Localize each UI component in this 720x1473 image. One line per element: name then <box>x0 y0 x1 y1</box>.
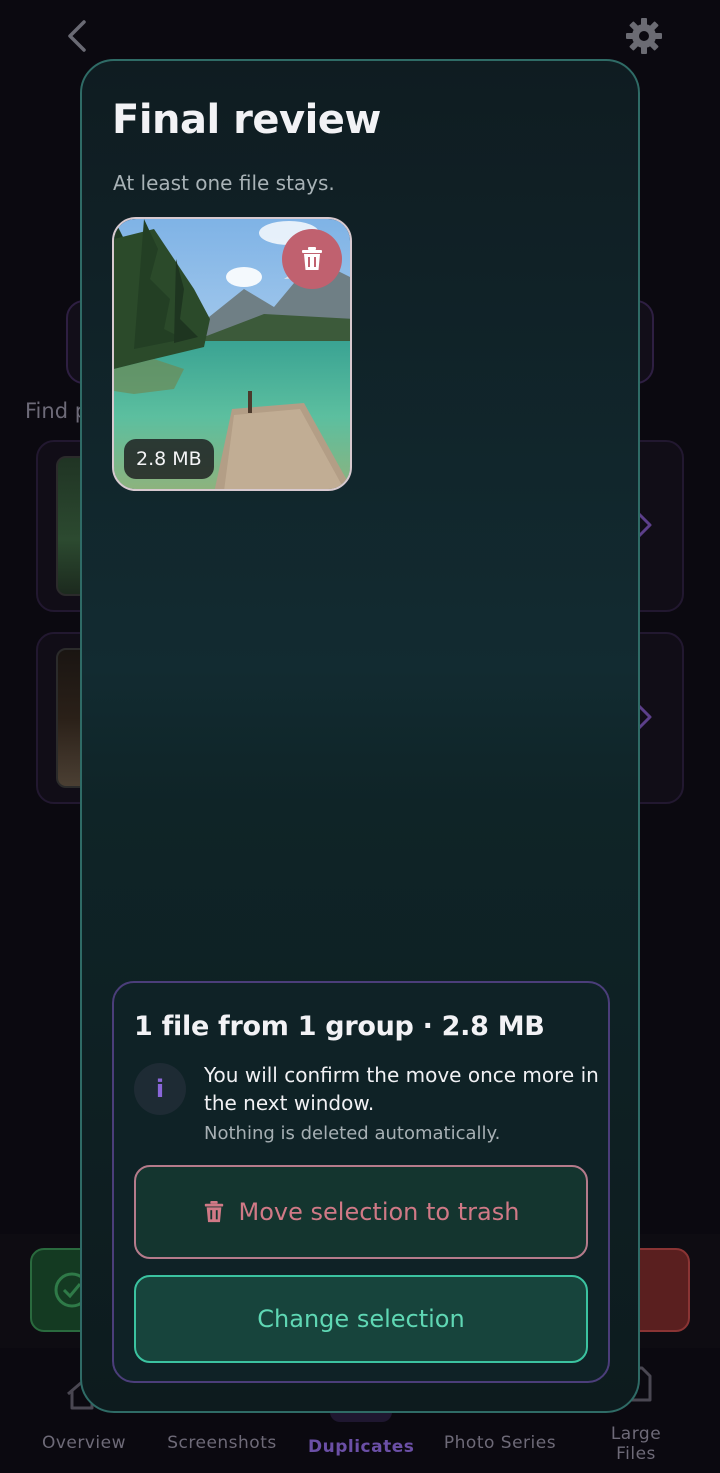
move-to-trash-button[interactable]: Move selection to trash <box>134 1165 588 1259</box>
nav-screenshots[interactable]: Screenshots <box>162 1433 282 1453</box>
nav-large-files-line1: Large <box>610 1424 662 1444</box>
nav-large-files-line2: Files <box>616 1444 656 1464</box>
nav-large-files[interactable]: Large Files <box>600 1424 672 1464</box>
dialog-subtitle: At least one file stays. <box>113 171 335 195</box>
change-selection-label: Change selection <box>257 1305 465 1333</box>
settings-button[interactable] <box>622 14 666 58</box>
file-size-badge: 2.8 MB <box>124 439 214 479</box>
trash-icon <box>204 1201 223 1223</box>
selection-summary-title: 1 file from 1 group · 2.8 MB <box>134 1011 545 1042</box>
info-icon-glyph: i <box>155 1075 165 1103</box>
move-to-trash-label: Move selection to trash <box>238 1198 520 1226</box>
info-message: You will confirm the move once more in t… <box>204 1063 599 1115</box>
nav-active-indicator <box>330 1412 392 1422</box>
info-icon: i <box>134 1063 186 1115</box>
chevron-left-icon <box>68 20 86 52</box>
nav-photo-series[interactable]: Photo Series <box>438 1433 562 1453</box>
section-label: Find p <box>25 399 89 423</box>
dialog-title: Final review <box>112 97 381 143</box>
trash-icon <box>302 247 322 270</box>
final-review-dialog: Final review At least one file stays. 2.… <box>80 59 640 1413</box>
selection-summary-panel: 1 file from 1 group · 2.8 MB i You will … <box>112 981 610 1383</box>
nav-overview[interactable]: Overview <box>40 1433 128 1453</box>
nav-duplicates[interactable]: Duplicates <box>308 1437 414 1457</box>
remove-photo-button[interactable] <box>282 229 342 289</box>
photo-thumbnail[interactable]: 2.8 MB <box>112 217 352 491</box>
info-note: Nothing is deleted automatically. <box>204 1123 501 1144</box>
change-selection-button[interactable]: Change selection <box>134 1275 588 1363</box>
gear-icon <box>626 18 662 54</box>
back-button[interactable] <box>58 16 98 56</box>
